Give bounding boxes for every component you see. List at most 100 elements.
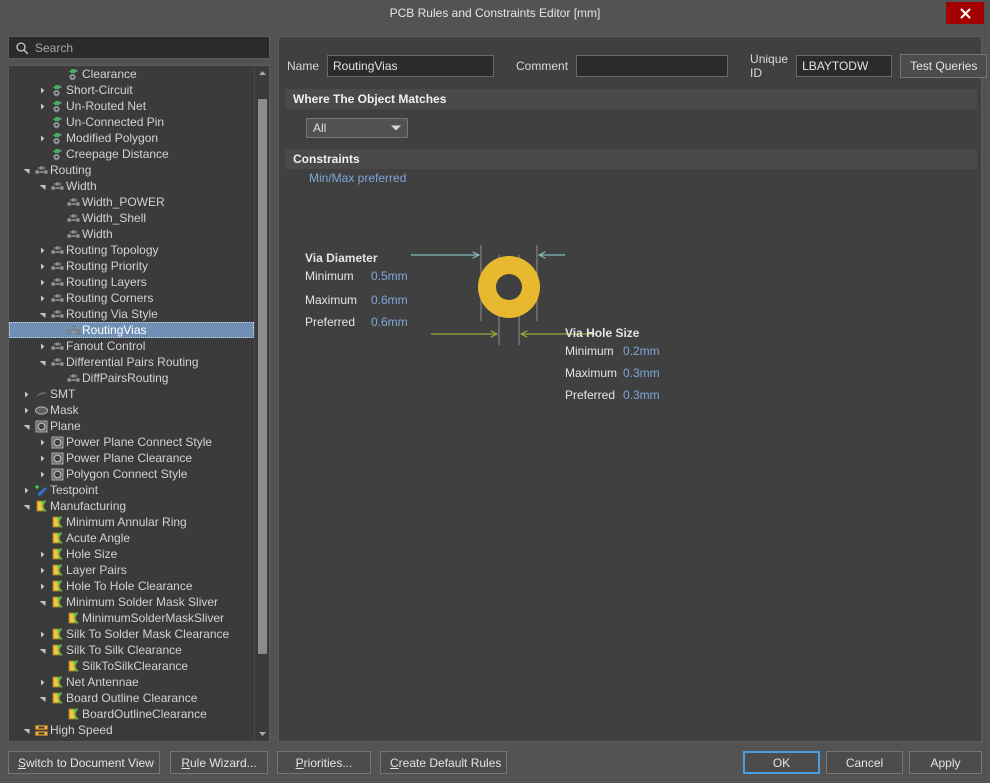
tree-item-routing-via-style[interactable]: Routing Via Style [9,306,254,322]
via-diameter-minimum-value[interactable]: 0.5mm [371,269,408,283]
tree-item-twisty[interactable] [36,546,48,562]
min-max-preferred-link[interactable]: Min/Max preferred [309,171,406,185]
scroll-down-arrow[interactable] [255,727,270,741]
tree-item-boardoutlineclearance[interactable]: BoardOutlineClearance [9,706,254,722]
tree-item-net-antennae[interactable]: Net Antennae [9,674,254,690]
chevron-right-icon[interactable] [38,678,47,687]
tree-item-twisty[interactable] [36,626,48,642]
tree-item-hole-size[interactable]: Hole Size [9,546,254,562]
chevron-right-icon[interactable] [38,550,47,559]
tree-item-twisty[interactable] [36,258,48,274]
chevron-right-icon[interactable] [38,454,47,463]
chevron-down-icon[interactable] [38,598,47,607]
chevron-down-icon[interactable] [38,694,47,703]
tree-item-board-outline-clearance[interactable]: Board Outline Clearance [9,690,254,706]
tree-item-twisty[interactable] [36,690,48,706]
via-diameter-preferred-value[interactable]: 0.6mm [371,315,408,329]
tree-item-power-plane-clearance[interactable]: Power Plane Clearance [9,450,254,466]
tree-item-minimum-solder-mask-sliver[interactable]: Minimum Solder Mask Sliver [9,594,254,610]
tree-item-twisty[interactable] [36,466,48,482]
tree-item-twisty[interactable] [20,162,32,178]
tree-item-twisty[interactable] [36,274,48,290]
scroll-up-arrow[interactable] [255,66,270,80]
chevron-right-icon[interactable] [38,102,47,111]
tree-item-width-power[interactable]: Width_POWER [9,194,254,210]
tree-item-differential-pairs-routing[interactable]: Differential Pairs Routing [9,354,254,370]
tree-item-minimum-annular-ring[interactable]: Minimum Annular Ring [9,514,254,530]
tree-item-short-circuit[interactable]: Short-Circuit [9,82,254,98]
tree-item-un-connected-pin[interactable]: Un-Connected Pin [9,114,254,130]
tree-item-width-shell[interactable]: Width_Shell [9,210,254,226]
tree-item-width[interactable]: Width [9,178,254,194]
rules-tree[interactable]: ClearanceShort-CircuitUn-Routed NetUn-Co… [9,66,254,741]
tree-item-width[interactable]: Width [9,226,254,242]
tree-item-testpoint[interactable]: Testpoint [9,482,254,498]
chevron-right-icon[interactable] [22,390,31,399]
tree-item-twisty[interactable] [36,306,48,322]
chevron-right-icon[interactable] [38,438,47,447]
chevron-right-icon[interactable] [38,262,47,271]
tree-item-minimumsoldermasksliver[interactable]: MinimumSolderMaskSliver [9,610,254,626]
tree-item-acute-angle[interactable]: Acute Angle [9,530,254,546]
tree-item-routing-layers[interactable]: Routing Layers [9,274,254,290]
tree-item-twisty[interactable] [36,594,48,610]
tree-item-twisty[interactable] [36,562,48,578]
tree-item-polygon-connect-style[interactable]: Polygon Connect Style [9,466,254,482]
chevron-right-icon[interactable] [22,406,31,415]
chevron-down-icon[interactable] [22,422,31,431]
create-default-rules-button[interactable]: Create Default Rules [380,751,507,774]
tree-item-silk-to-silk-clearance[interactable]: Silk To Silk Clearance [9,642,254,658]
ok-button[interactable]: OK [743,751,820,774]
chevron-right-icon[interactable] [38,630,47,639]
tree-item-routingvias[interactable]: RoutingVias [9,322,254,338]
tree-item-un-routed-net[interactable]: Un-Routed Net [9,98,254,114]
tree-item-twisty[interactable] [20,722,32,738]
tree-item-mask[interactable]: Mask [9,402,254,418]
chevron-down-icon[interactable] [38,310,47,319]
tree-item-twisty[interactable] [20,402,32,418]
tree-item-twisty[interactable] [36,578,48,594]
tree-item-high-speed[interactable]: High Speed [9,722,254,738]
tree-item-fanout-control[interactable]: Fanout Control [9,338,254,354]
tree-item-clearance[interactable]: Clearance [9,66,254,82]
search-box[interactable] [8,36,270,59]
chevron-down-icon[interactable] [38,182,47,191]
via-hole-size-minimum-value[interactable]: 0.2mm [623,344,660,358]
chevron-down-icon[interactable] [22,166,31,175]
chevron-right-icon[interactable] [38,86,47,95]
tree-item-twisty[interactable] [36,354,48,370]
via-hole-size-maximum-value[interactable]: 0.3mm [623,366,660,380]
tree-item-layer-pairs[interactable]: Layer Pairs [9,562,254,578]
chevron-right-icon[interactable] [38,278,47,287]
tree-item-twisty[interactable] [36,82,48,98]
close-button[interactable] [946,2,984,24]
tree-item-twisty[interactable] [20,498,32,514]
chevron-down-icon[interactable] [22,726,31,735]
tree-item-twisty[interactable] [36,290,48,306]
tree-item-hole-to-hole-clearance[interactable]: Hole To Hole Clearance [9,578,254,594]
chevron-down-icon[interactable] [38,646,47,655]
switch-to-document-view-button[interactable]: Switch to Document View [8,751,160,774]
tree-item-smt[interactable]: SMT [9,386,254,402]
apply-button[interactable]: Apply [909,751,982,774]
chevron-right-icon[interactable] [38,246,47,255]
chevron-right-icon[interactable] [22,486,31,495]
tree-item-twisty[interactable] [20,418,32,434]
chevron-right-icon[interactable] [38,566,47,575]
tree-item-routing[interactable]: Routing [9,162,254,178]
tree-item-twisty[interactable] [36,130,48,146]
chevron-down-icon[interactable] [38,358,47,367]
tree-item-twisty[interactable] [36,674,48,690]
cancel-button[interactable]: Cancel [826,751,903,774]
via-hole-size-preferred-value[interactable]: 0.3mm [623,388,660,402]
tree-item-twisty[interactable] [20,386,32,402]
tree-item-twisty[interactable] [36,178,48,194]
tree-scrollbar-thumb[interactable] [258,99,267,654]
chevron-right-icon[interactable] [38,134,47,143]
chevron-right-icon[interactable] [38,342,47,351]
tree-item-routing-topology[interactable]: Routing Topology [9,242,254,258]
via-diameter-maximum-value[interactable]: 0.6mm [371,293,408,307]
tree-item-routing-corners[interactable]: Routing Corners [9,290,254,306]
tree-item-twisty[interactable] [36,450,48,466]
rule-wizard-button[interactable]: Rule Wizard... [170,751,268,774]
